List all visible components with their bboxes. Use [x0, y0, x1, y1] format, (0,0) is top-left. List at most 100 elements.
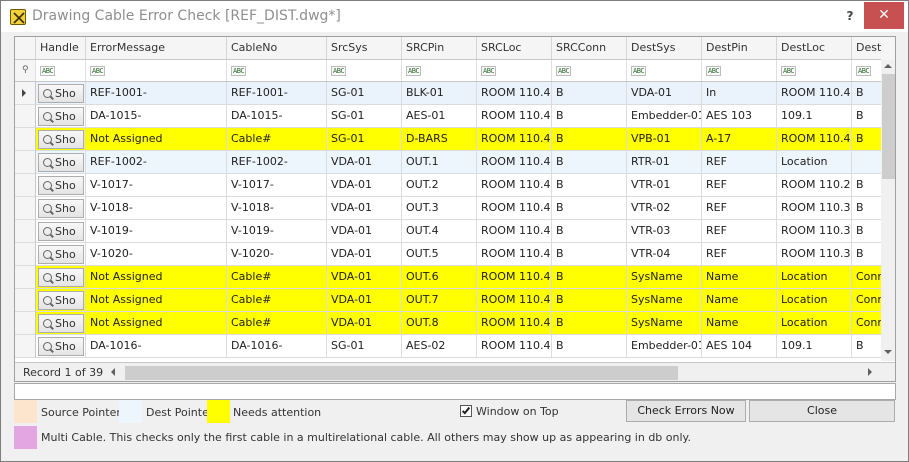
table-row[interactable]: Sho DA-1015- DA-1015- SG-01 AES-01 ROOM 110.4… — [15, 105, 881, 128]
show-handle-button[interactable]: Sho — [38, 268, 84, 287]
help-button[interactable]: ? — [839, 5, 861, 27]
cell-dest-loc[interactable]: Location — [777, 151, 852, 174]
cell-error-message[interactable]: DA-1015- — [86, 105, 227, 128]
cell-error-message[interactable]: Not Assigned — [86, 312, 227, 335]
window-on-top-checkbox[interactable] — [460, 405, 472, 417]
cell-src-loc[interactable]: ROOM 110.4 — [477, 312, 552, 335]
cell-src-loc[interactable]: ROOM 110.4 — [477, 243, 552, 266]
cell-cable-no[interactable]: V-1019- — [227, 220, 327, 243]
cell-src-loc[interactable]: ROOM 110.4 — [477, 128, 552, 151]
cell-src-conn[interactable]: B — [552, 312, 627, 335]
row-selector[interactable] — [15, 82, 36, 105]
scroll-up-arrow-icon[interactable] — [884, 64, 892, 68]
vertical-scroll-thumb[interactable] — [882, 74, 895, 179]
window-on-top-label[interactable]: Window on Top — [476, 405, 559, 418]
cell-src-loc[interactable]: ROOM 110.4 — [477, 266, 552, 289]
table-row[interactable]: Sho V-1017- V-1017- VDA-01 OUT.2 ROOM 110.4 B V… — [15, 174, 881, 197]
cell-dest-loc[interactable]: ROOM 110.3 — [777, 197, 852, 220]
cell-src-pin[interactable]: AES-01 — [402, 105, 477, 128]
cell-src-loc[interactable]: ROOM 110.4 — [477, 220, 552, 243]
cell-dest-pin[interactable]: In — [702, 82, 777, 105]
table-row[interactable]: Sho Not Assigned Cable# VDA-01 OUT.6 ROOM 110… — [15, 266, 881, 289]
cell-src-sys[interactable]: VDA-01 — [327, 220, 402, 243]
cell-src-loc[interactable]: ROOM 110.4 — [477, 105, 552, 128]
cell-src-conn[interactable]: B — [552, 220, 627, 243]
cell-error-message[interactable]: Not Assigned — [86, 266, 227, 289]
cell-src-conn[interactable]: B — [552, 289, 627, 312]
message-field[interactable] — [14, 383, 896, 400]
cell-src-conn[interactable]: B — [552, 82, 627, 105]
cell-dest-loc[interactable]: ROOM 110.4 — [777, 128, 852, 151]
cell-src-pin[interactable]: D-BARS — [402, 128, 477, 151]
cell-dest-conn[interactable]: Conn — [852, 312, 881, 335]
cell-cable-no[interactable]: V-1020- — [227, 243, 327, 266]
cell-src-conn[interactable]: B — [552, 174, 627, 197]
cell-cable-no[interactable]: V-1018- — [227, 197, 327, 220]
cell-error-message[interactable]: REF-1002- — [86, 151, 227, 174]
cell-dest-pin[interactable]: AES 104 — [702, 335, 777, 358]
row-selector[interactable] — [15, 266, 36, 289]
row-selector[interactable] — [15, 128, 36, 151]
cell-dest-loc[interactable]: Location — [777, 312, 852, 335]
cell-dest-conn[interactable] — [852, 151, 881, 174]
cell-dest-conn[interactable]: B — [852, 243, 881, 266]
cell-dest-conn[interactable]: B — [852, 105, 881, 128]
cell-error-message[interactable]: Not Assigned — [86, 289, 227, 312]
scroll-left-arrow-icon[interactable] — [111, 368, 115, 376]
cell-cable-no[interactable]: V-1017- — [227, 174, 327, 197]
vertical-scrollbar[interactable] — [881, 60, 895, 361]
cell-dest-conn[interactable]: B — [852, 128, 881, 151]
cell-dest-sys[interactable]: VPB-01 — [627, 128, 702, 151]
table-row[interactable]: Sho REF-1002- REF-1002- VDA-01 OUT.1 ROOM 110… — [15, 151, 881, 174]
show-handle-button[interactable]: Sho — [38, 314, 84, 333]
cell-src-conn[interactable]: B — [552, 266, 627, 289]
close-button[interactable]: Close — [749, 400, 895, 422]
cell-src-sys[interactable]: VDA-01 — [327, 151, 402, 174]
cell-dest-sys[interactable]: VTR-01 — [627, 174, 702, 197]
cell-dest-sys[interactable]: SysName — [627, 266, 702, 289]
cell-dest-loc[interactable]: Location — [777, 266, 852, 289]
cell-dest-sys[interactable]: Embedder-01 — [627, 105, 702, 128]
horizontal-scroll-thumb[interactable] — [125, 366, 678, 380]
row-selector[interactable] — [15, 335, 36, 358]
cell-dest-pin[interactable]: REF — [702, 197, 777, 220]
cell-dest-loc[interactable]: ROOM 110.4 — [777, 82, 852, 105]
cell-src-loc[interactable]: ROOM 110.4 — [477, 335, 552, 358]
cell-dest-sys[interactable]: VTR-02 — [627, 197, 702, 220]
cell-dest-conn[interactable]: B — [852, 82, 881, 105]
cell-dest-pin[interactable]: A-17 — [702, 128, 777, 151]
cell-src-loc[interactable]: ROOM 110.4 — [477, 151, 552, 174]
cell-src-sys[interactable]: VDA-01 — [327, 312, 402, 335]
cell-src-pin[interactable]: OUT.3 — [402, 197, 477, 220]
show-handle-button[interactable]: Sho — [38, 222, 84, 241]
cell-error-message[interactable]: V-1019- — [86, 220, 227, 243]
cell-dest-sys[interactable]: VDA-01 — [627, 82, 702, 105]
cell-dest-conn[interactable]: B — [852, 335, 881, 358]
cell-src-sys[interactable]: SG-01 — [327, 128, 402, 151]
cell-dest-sys[interactable]: VTR-04 — [627, 243, 702, 266]
cell-src-conn[interactable]: B — [552, 197, 627, 220]
show-handle-button[interactable]: Sho — [38, 107, 84, 126]
cell-dest-loc[interactable]: 109.1 — [777, 105, 852, 128]
cell-src-loc[interactable]: ROOM 110.4 — [477, 174, 552, 197]
cell-src-sys[interactable]: SG-01 — [327, 335, 402, 358]
show-handle-button[interactable]: Sho — [38, 245, 84, 264]
cell-src-loc[interactable]: ROOM 110.4 — [477, 289, 552, 312]
cell-error-message[interactable]: V-1017- — [86, 174, 227, 197]
cell-cable-no[interactable]: REF-1001- — [227, 82, 327, 105]
cell-cable-no[interactable]: REF-1002- — [227, 151, 327, 174]
row-selector[interactable] — [15, 289, 36, 312]
cell-dest-pin[interactable]: REF — [702, 220, 777, 243]
cell-dest-sys[interactable]: RTR-01 — [627, 151, 702, 174]
cell-error-message[interactable]: V-1018- — [86, 197, 227, 220]
row-selector[interactable] — [15, 197, 36, 220]
table-row[interactable]: Sho Not Assigned Cable# VDA-01 OUT.8 ROOM 110… — [15, 312, 881, 335]
cell-src-pin[interactable]: AES-02 — [402, 335, 477, 358]
row-selector[interactable] — [15, 312, 36, 335]
cell-dest-pin[interactable]: REF — [702, 243, 777, 266]
cell-dest-loc[interactable]: Location — [777, 289, 852, 312]
cell-dest-loc[interactable]: ROOM 110.3 — [777, 243, 852, 266]
cell-error-message[interactable]: V-1020- — [86, 243, 227, 266]
cell-cable-no[interactable]: Cable# — [227, 289, 327, 312]
table-row[interactable]: Sho Not Assigned Cable# SG-01 D-BARS ROOM 110… — [15, 128, 881, 151]
